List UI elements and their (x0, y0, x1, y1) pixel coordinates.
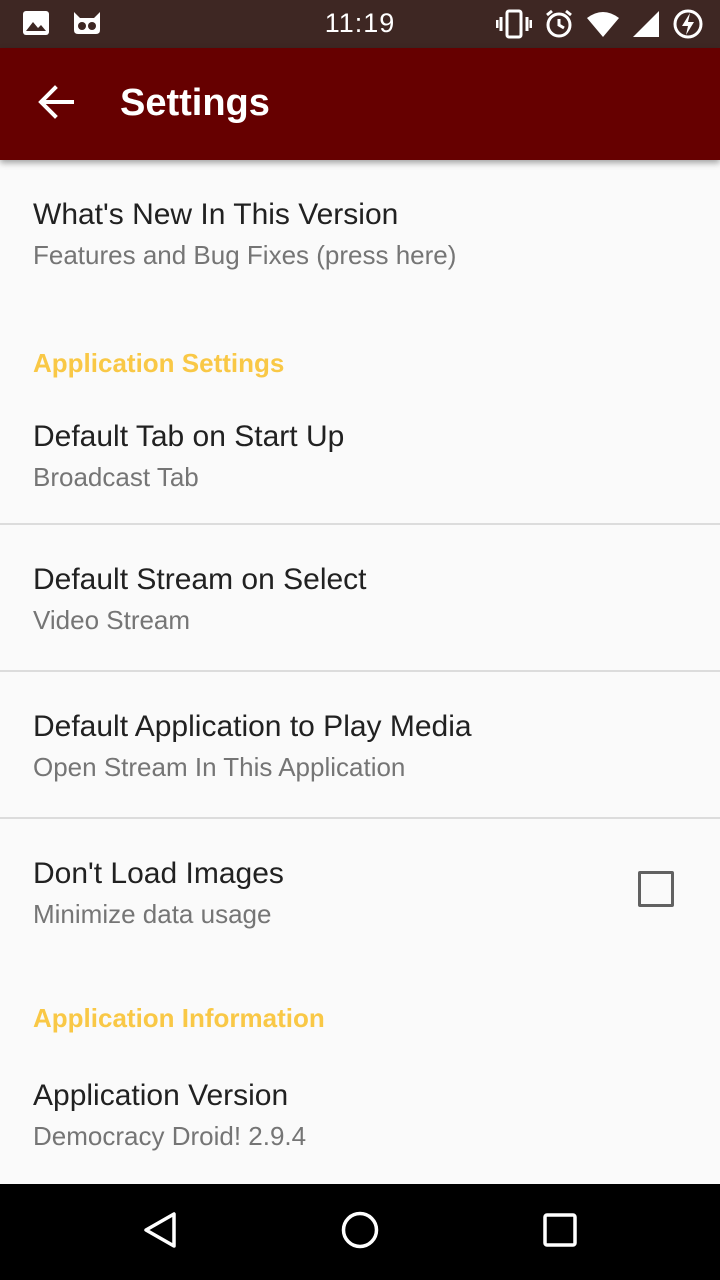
category-title: Application Settings (33, 348, 285, 378)
vibrate-icon (495, 9, 533, 44)
pref-title: Default Tab on Start Up (33, 420, 345, 453)
pref-default-app[interactable]: Default Application to Play Media Open S… (0, 672, 720, 819)
pref-title: What's New In This Version (33, 198, 399, 231)
recents-square-icon (540, 1210, 580, 1255)
pref-app-version[interactable]: Application Version Democracy Droid! 2.9… (0, 1041, 720, 1181)
back-triangle-icon (140, 1210, 180, 1255)
back-button[interactable] (28, 76, 84, 132)
category-title: Application Information (33, 1003, 325, 1033)
signal-icon (632, 10, 660, 43)
alarm-icon (544, 9, 574, 44)
pref-default-stream[interactable]: Default Stream on Select Video Stream (0, 525, 720, 672)
pref-title: Don't Load Images (33, 857, 284, 890)
pref-dont-load-images[interactable]: Don't Load Images Minimize data usage (0, 819, 720, 965)
home-circle-icon (340, 1210, 380, 1255)
settings-list: What's New In This Version Features and … (0, 160, 720, 1181)
arrow-back-icon (38, 84, 74, 124)
pref-summary: Broadcast Tab (33, 462, 199, 492)
nav-back-button[interactable] (130, 1202, 190, 1262)
pref-summary: Democracy Droid! 2.9.4 (33, 1121, 307, 1151)
category-header: Application Settings (0, 310, 720, 382)
category-header: Application Information (0, 965, 720, 1041)
battery-charging-icon (672, 8, 704, 45)
status-bar: 11:19 (0, 0, 720, 48)
pref-summary: Minimize data usage (33, 899, 272, 929)
pref-summary: Open Stream In This Application (33, 752, 406, 782)
navigation-bar (0, 1184, 720, 1280)
nav-recents-button[interactable] (530, 1202, 590, 1262)
pref-title: Application Version (33, 1079, 289, 1112)
dont-load-images-checkbox[interactable] (638, 871, 674, 907)
pref-whats-new[interactable]: What's New In This Version Features and … (0, 160, 720, 310)
pref-title: Default Application to Play Media (33, 710, 472, 743)
nav-home-button[interactable] (330, 1202, 390, 1262)
pref-default-tab[interactable]: Default Tab on Start Up Broadcast Tab (0, 382, 720, 525)
app-bar: Settings (0, 48, 720, 160)
pref-summary: Features and Bug Fixes (press here) (33, 240, 457, 270)
pref-summary: Video Stream (33, 605, 191, 635)
page-title: Settings (120, 82, 270, 124)
wifi-icon (586, 10, 620, 43)
pref-title: Default Stream on Select (33, 563, 367, 596)
